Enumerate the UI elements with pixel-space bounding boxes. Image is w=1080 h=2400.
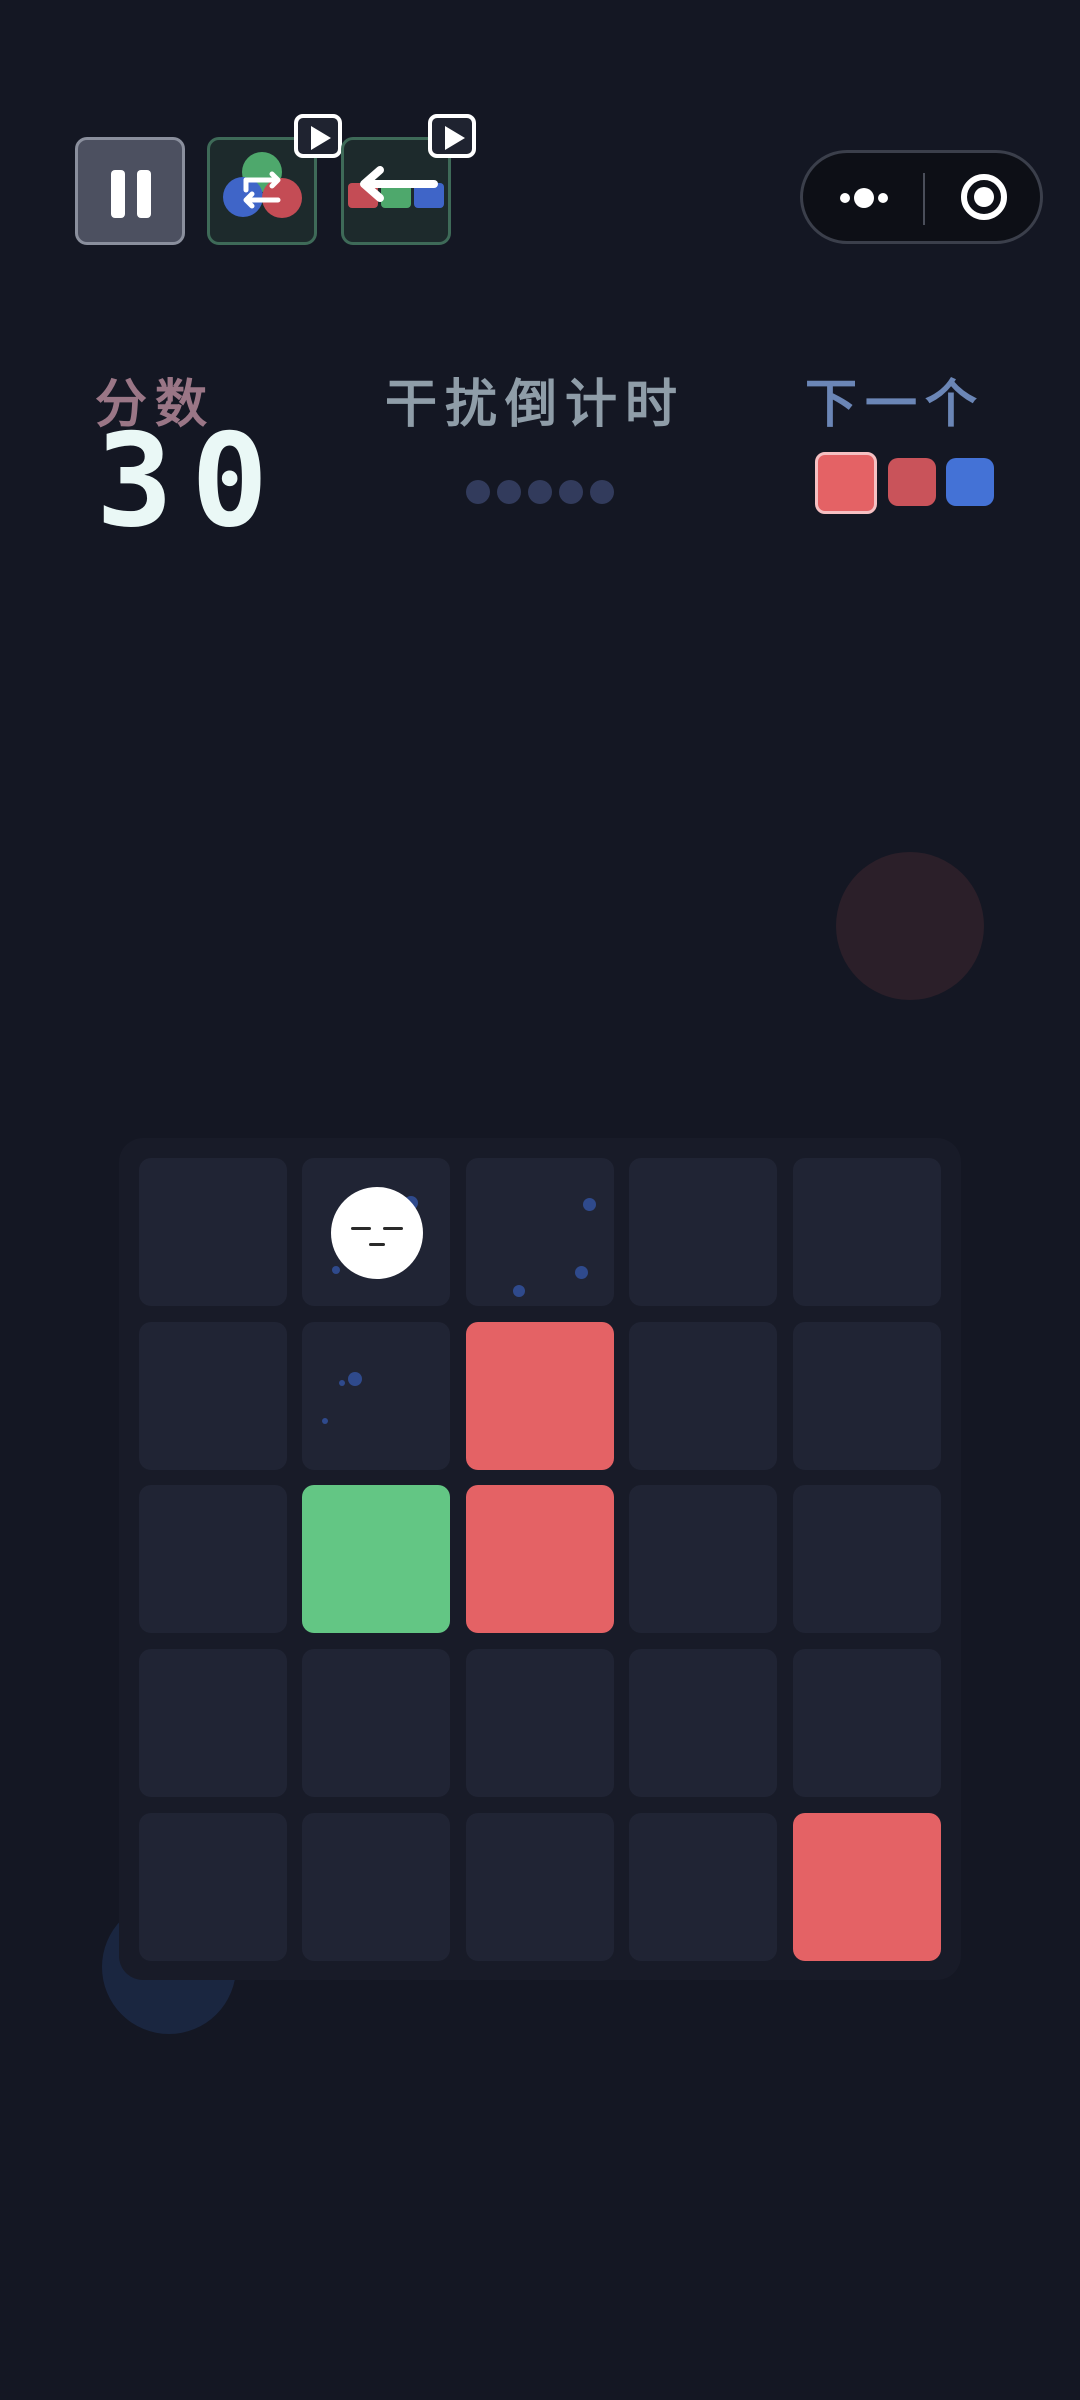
- green-tile[interactable]: [302, 1485, 450, 1633]
- board-cell[interactable]: [793, 1649, 941, 1797]
- board-cell[interactable]: [629, 1158, 777, 1306]
- face-mouth: [369, 1243, 385, 1246]
- sparkle-particle: [339, 1380, 345, 1386]
- pause-button[interactable]: [75, 137, 185, 245]
- score-value: 30: [96, 407, 287, 556]
- next-label: 下一个: [805, 375, 986, 435]
- board-cell[interactable]: [139, 1649, 287, 1797]
- board-cell[interactable]: [139, 1322, 287, 1470]
- play-icon: [311, 126, 331, 150]
- face-eye: [351, 1227, 371, 1230]
- next-block: [888, 458, 936, 506]
- board-cell[interactable]: [139, 1813, 287, 1961]
- face-eye: [383, 1227, 403, 1230]
- sparkle-particle: [575, 1266, 588, 1279]
- red-tile[interactable]: [793, 1813, 941, 1961]
- board-cell[interactable]: [302, 1813, 450, 1961]
- next-block-current: [815, 452, 877, 514]
- red-tile[interactable]: [466, 1322, 614, 1470]
- board-cell[interactable]: [139, 1158, 287, 1306]
- countdown-label: 干扰倒计时: [385, 375, 686, 435]
- next-block: [946, 458, 994, 506]
- play-icon: [445, 126, 465, 150]
- ad-play-badge[interactable]: [294, 114, 342, 158]
- board-cell[interactable]: [793, 1158, 941, 1306]
- board-cell[interactable]: [793, 1485, 941, 1633]
- miniprogram-capsule: [800, 150, 1043, 244]
- board-cell[interactable]: [629, 1649, 777, 1797]
- game-board: [119, 1138, 961, 1980]
- sparkle-particle: [322, 1418, 328, 1424]
- board-cell[interactable]: [629, 1322, 777, 1470]
- board-cell[interactable]: [466, 1649, 614, 1797]
- sparkle-particle: [513, 1285, 525, 1297]
- board-cell[interactable]: [139, 1485, 287, 1633]
- sparkle-particle: [583, 1198, 596, 1211]
- board-cell[interactable]: [466, 1813, 614, 1961]
- board-cell[interactable]: [302, 1322, 450, 1470]
- pause-icon: [111, 170, 125, 218]
- sparkle-particle: [332, 1266, 340, 1274]
- player-face[interactable]: [331, 1187, 423, 1279]
- sparkle-particle: [348, 1372, 362, 1386]
- board-cell[interactable]: [466, 1158, 614, 1306]
- board-cell[interactable]: [629, 1485, 777, 1633]
- ad-play-badge[interactable]: [428, 114, 476, 158]
- board-cell[interactable]: [302, 1649, 450, 1797]
- decor-circle-red: [836, 852, 984, 1000]
- capsule-divider: [923, 173, 925, 225]
- board-cell[interactable]: [629, 1813, 777, 1961]
- board-cell[interactable]: [793, 1322, 941, 1470]
- more-dots-icon[interactable]: [821, 167, 911, 227]
- red-tile[interactable]: [466, 1485, 614, 1633]
